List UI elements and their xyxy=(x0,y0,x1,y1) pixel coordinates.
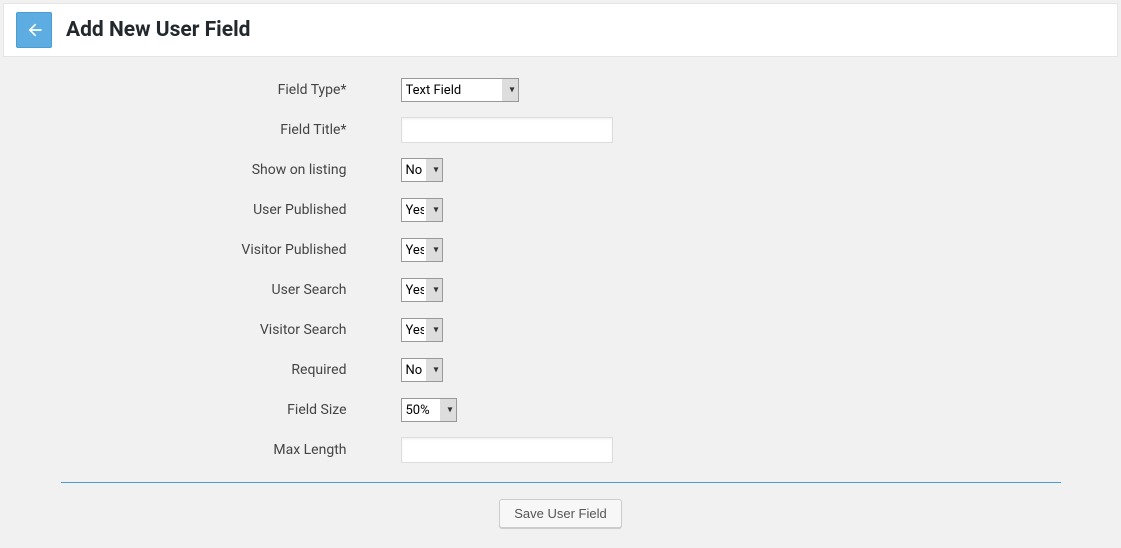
max-length-input[interactable] xyxy=(401,437,613,463)
page-panel: Add New User Field xyxy=(3,3,1118,57)
row-show-on-listing: Show on listing No xyxy=(61,150,1061,190)
arrow-left-icon xyxy=(24,20,44,40)
required-select[interactable]: No xyxy=(401,358,443,382)
row-required: Required No xyxy=(61,350,1061,390)
field-type-select[interactable]: Text Field xyxy=(401,78,519,102)
row-field-size: Field Size 50% xyxy=(61,390,1061,430)
label-user-search: User Search xyxy=(61,282,401,298)
row-user-search: User Search Yes xyxy=(61,270,1061,310)
label-field-title: Field Title* xyxy=(61,122,401,138)
label-max-length: Max Length xyxy=(61,442,401,458)
form-divider xyxy=(61,482,1061,483)
label-field-size: Field Size xyxy=(61,402,401,418)
row-max-length: Max Length xyxy=(61,430,1061,470)
back-button[interactable] xyxy=(16,12,52,48)
field-size-select[interactable]: 50% xyxy=(401,398,457,422)
row-user-published: User Published Yes xyxy=(61,190,1061,230)
label-required: Required xyxy=(61,362,401,378)
page-title: Add New User Field xyxy=(66,18,250,42)
label-visitor-search: Visitor Search xyxy=(61,322,401,338)
save-user-field-button[interactable]: Save User Field xyxy=(499,499,621,528)
row-visitor-published: Visitor Published Yes xyxy=(61,230,1061,270)
user-search-select[interactable]: Yes xyxy=(401,278,443,302)
label-visitor-published: Visitor Published xyxy=(61,242,401,258)
row-field-type: Field Type* Text Field xyxy=(61,70,1061,110)
row-field-title: Field Title* xyxy=(61,110,1061,150)
visitor-published-select[interactable]: Yes xyxy=(401,238,443,262)
field-title-input[interactable] xyxy=(401,117,613,143)
user-published-select[interactable]: Yes xyxy=(401,198,443,222)
visitor-search-select[interactable]: Yes xyxy=(401,318,443,342)
label-field-type: Field Type* xyxy=(61,82,401,98)
row-visitor-search: Visitor Search Yes xyxy=(61,310,1061,350)
form-inner: Field Type* Text Field Field Title* Show… xyxy=(61,70,1061,528)
save-row: Save User Field xyxy=(61,499,1061,528)
page-header: Add New User Field xyxy=(4,4,1117,56)
label-user-published: User Published xyxy=(61,202,401,218)
label-show-on-listing: Show on listing xyxy=(61,162,401,178)
form-container: Field Type* Text Field Field Title* Show… xyxy=(0,60,1121,548)
show-on-listing-select[interactable]: No xyxy=(401,158,443,182)
